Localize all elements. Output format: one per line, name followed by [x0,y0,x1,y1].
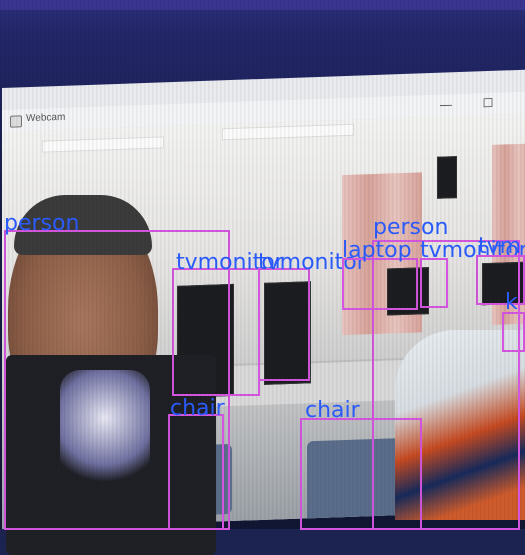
screen-top-strip [0,0,525,10]
detection-label: laptop [342,238,412,263]
detection-label: person [4,211,80,236]
wall-speaker [437,156,457,199]
detection-label: person [373,215,449,240]
detection-label: tvm [478,234,522,259]
detection-box [342,258,418,310]
minimize-button[interactable]: — [432,95,460,114]
detection-box [420,258,448,308]
window-title: Webcam [26,111,66,125]
ceiling-light [222,123,354,141]
detection-label: chair [170,396,225,421]
ceiling-light [42,136,164,153]
detection-box [502,312,525,352]
detection-box [258,268,310,381]
detection-box [300,418,422,530]
app-icon [10,115,22,128]
maximize-button[interactable]: ☐ [474,94,502,113]
detection-box [168,414,224,530]
detection-label: k [505,290,518,315]
detection-label: chair [305,398,360,423]
detection-box [172,268,260,396]
